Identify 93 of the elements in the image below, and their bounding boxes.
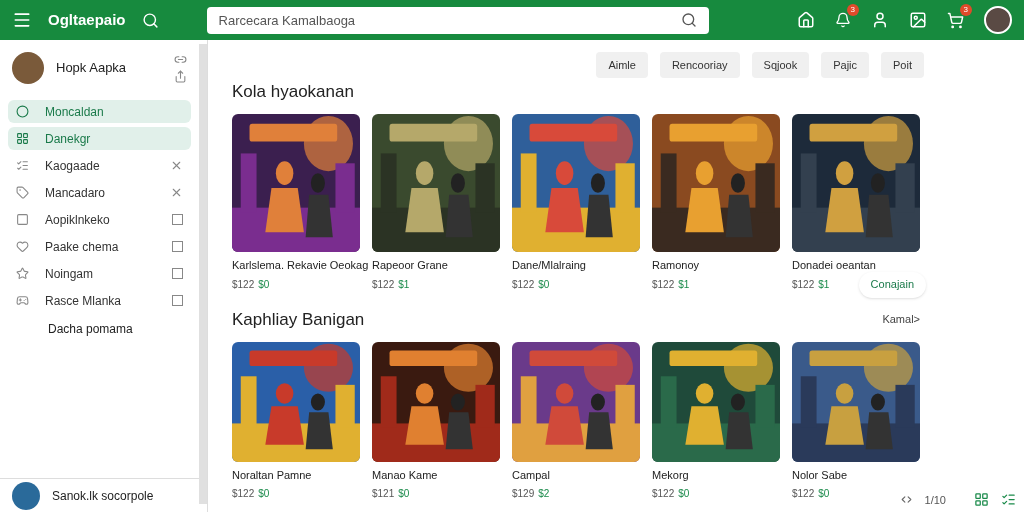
close-icon[interactable] [170, 159, 183, 172]
price-tag: $1 [678, 276, 690, 292]
item-icon [16, 132, 29, 145]
page-counter: 1/10 [924, 492, 946, 508]
checkbox[interactable] [172, 268, 183, 279]
game-title[interactable]: Dane/Mlalraing [512, 257, 586, 274]
price: $122 [652, 277, 675, 292]
filter-chip[interactable]: Poit [881, 52, 924, 78]
filter-chip[interactable]: Aimle [596, 52, 648, 78]
avatar[interactable] [12, 52, 44, 84]
item-icon [16, 186, 29, 199]
price-tag: $1 [398, 276, 410, 292]
search-icon[interactable] [680, 11, 697, 28]
sidebar-item[interactable]: Paake chema [8, 235, 191, 258]
sidebar-item[interactable]: Kaogaade [8, 154, 191, 177]
sidebar-item[interactable]: Danekgr [8, 127, 191, 150]
share-icon[interactable] [174, 70, 187, 83]
price: $121 [372, 487, 395, 501]
user-name: Hopk Aapka [56, 59, 128, 78]
game-title[interactable]: Rapeoor Grane [372, 257, 448, 274]
avatar[interactable] [984, 6, 1012, 34]
item-label: Kaogaade [45, 157, 101, 175]
search-field[interactable]: Rarcecara Kamalbaoga [206, 6, 709, 34]
join-button[interactable]: Conajain [858, 271, 926, 298]
item-icon [16, 105, 29, 118]
item-label: Noingam [45, 265, 95, 283]
see-more-link[interactable]: Kamal> [882, 311, 920, 328]
notification-badge: 3 [959, 3, 972, 16]
item-label: Rasce Mlanka [45, 292, 123, 310]
sidebar-item[interactable]: Noingam [8, 262, 191, 285]
checkbox[interactable] [172, 214, 183, 225]
brand-logo[interactable]: Ogltaepaio [48, 8, 126, 32]
section-title: Kola hyaokanan [232, 81, 355, 104]
checkbox[interactable] [172, 241, 183, 252]
game-title[interactable]: Campal [512, 466, 550, 483]
game-title[interactable]: Mekorg [652, 466, 689, 483]
item-icon [16, 213, 29, 226]
price: $122 [232, 487, 255, 501]
avatar[interactable] [12, 481, 40, 510]
item-icon [16, 240, 29, 253]
cart-icon[interactable] [947, 11, 964, 29]
price: $122 [652, 487, 675, 501]
filter-chip[interactable]: Rencooriay [659, 52, 740, 78]
section-title: Kaphliay Banigan [232, 308, 366, 331]
item-icon [16, 159, 29, 172]
game-title[interactable]: Ramonoy [652, 257, 700, 274]
item-label: Paake chema [45, 238, 120, 256]
game-title[interactable]: Manao Kame [372, 466, 438, 483]
price-tag: $0 [398, 486, 410, 501]
image-icon[interactable] [909, 11, 927, 29]
item-label: Mancadaro [45, 184, 107, 202]
game-title[interactable]: Donadei oeantan [792, 257, 876, 274]
item-icon [16, 294, 29, 307]
price: $122 [792, 487, 815, 501]
bell-icon[interactable] [835, 12, 851, 28]
sidebar-item[interactable]: Rasce Mlanka [8, 289, 191, 312]
user-icon[interactable] [871, 11, 889, 29]
list-icon[interactable] [1001, 492, 1016, 508]
price-tag: $0 [258, 276, 270, 292]
price: $122 [512, 277, 535, 292]
price: $129 [512, 487, 535, 501]
price-tag: $0 [678, 486, 690, 501]
sidebar-item[interactable]: Aopiklnkeko [8, 208, 191, 231]
price: $122 [232, 277, 255, 292]
close-icon[interactable] [170, 186, 183, 199]
price: $122 [792, 277, 815, 292]
menu-icon[interactable] [12, 10, 32, 30]
price-tag: $1 [818, 276, 830, 292]
price-tag: $0 [538, 276, 550, 292]
notification-badge: 3 [846, 4, 859, 16]
filter-chip[interactable]: Sqjook [751, 52, 810, 78]
price: $122 [372, 277, 395, 292]
item-label: Moncaldan [45, 103, 105, 121]
sidebar-item[interactable]: Moncaldan [8, 100, 191, 123]
search-icon[interactable] [141, 11, 159, 29]
sidebar-text: Dacha pomama [47, 321, 134, 338]
game-title[interactable]: Karlslema. Rekavie Oeokag [232, 257, 369, 274]
sidebar-item[interactable]: Mancadaro [8, 181, 191, 204]
game-title[interactable]: Noraltan Pamne [232, 466, 312, 483]
home-icon[interactable] [797, 11, 815, 29]
game-title[interactable]: Nolor Sabe [792, 466, 848, 483]
price-tag: $0 [258, 486, 270, 501]
item-label: Aopiklnkeko [45, 211, 111, 229]
price-tag: $2 [538, 486, 550, 501]
link-icon[interactable] [174, 53, 187, 66]
item-icon [16, 267, 29, 280]
grid-icon[interactable] [974, 492, 989, 508]
filter-chip[interactable]: Pajic [821, 52, 870, 78]
item-label: Danekgr [45, 130, 92, 148]
price-tag: $0 [818, 486, 830, 501]
checkbox[interactable] [172, 295, 183, 306]
scrollbar[interactable] [199, 44, 207, 504]
user-name: Sanok.lk socorpole [52, 487, 154, 505]
